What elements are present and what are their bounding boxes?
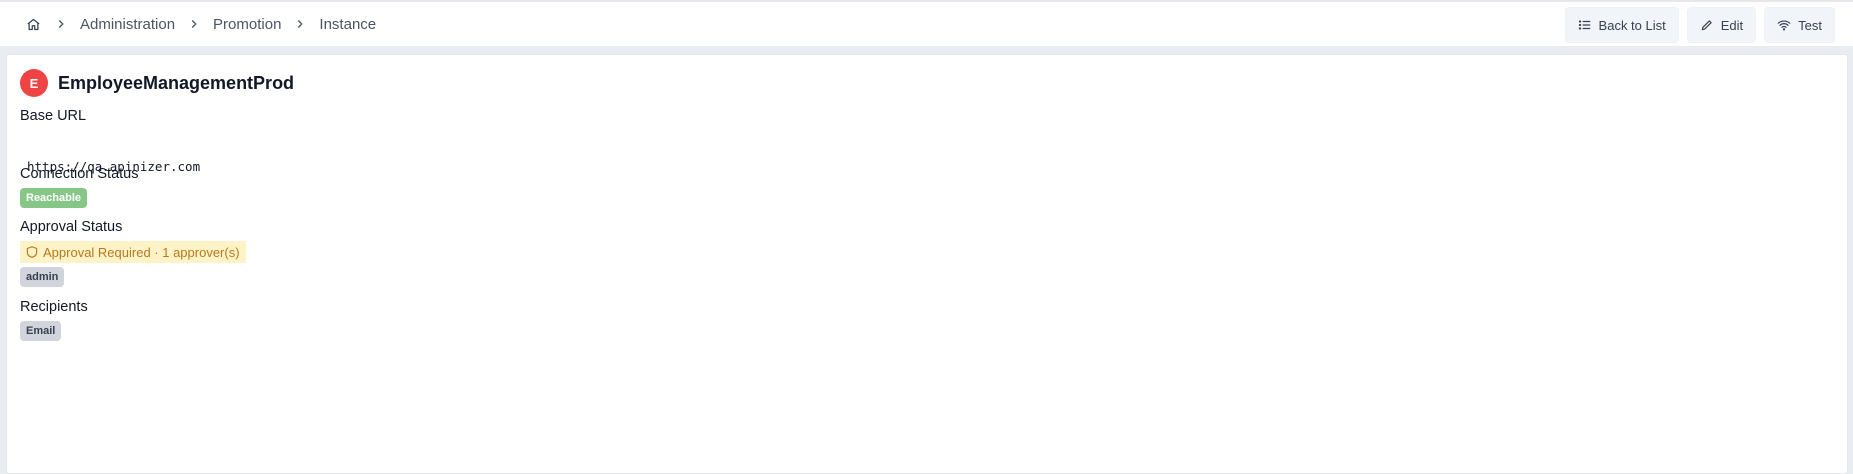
pencil-icon <box>1701 20 1712 31</box>
recipient-badge: Email <box>20 321 62 341</box>
test-label: Test <box>1798 17 1822 33</box>
chevron-right-icon <box>291 15 309 33</box>
page-title: EmployeeManagementProd <box>58 72 295 93</box>
connection-status-badge: Reachable <box>20 188 88 208</box>
instance-detail-card: E EmployeeManagementProd Base URL https:… <box>6 54 1848 474</box>
top-bar: Administration Promotion Instance Back t… <box>0 0 1853 46</box>
chevron-right-icon <box>52 15 70 33</box>
wifi-icon <box>1777 20 1791 31</box>
avatar: E <box>20 69 48 97</box>
connection-status-label: Connection Status <box>20 166 139 182</box>
instance-header: E EmployeeManagementProd <box>20 69 294 97</box>
base-url-label: Base URL <box>20 108 87 124</box>
approval-status-badge: Approval Required · 1 approver(s) <box>20 241 246 263</box>
approver-badge: admin <box>20 267 65 287</box>
edit-label: Edit <box>1720 17 1744 33</box>
breadcrumb-item-promotion[interactable]: Promotion <box>213 16 281 33</box>
test-button[interactable]: Test <box>1764 7 1835 43</box>
approval-status-label: Approval Status <box>20 219 123 235</box>
breadcrumb: Administration Promotion Instance <box>24 12 376 36</box>
back-to-list-label: Back to List <box>1598 17 1666 33</box>
list-icon <box>1578 20 1590 30</box>
edit-button[interactable]: Edit <box>1686 7 1757 43</box>
breadcrumb-item-instance: Instance <box>319 15 377 33</box>
back-to-list-button[interactable]: Back to List <box>1564 7 1679 43</box>
home-icon[interactable] <box>24 15 42 33</box>
chevron-right-icon <box>185 15 203 33</box>
recipients-label: Recipients <box>20 299 88 315</box>
shield-icon <box>26 246 38 258</box>
breadcrumb-item-administration[interactable]: Administration <box>80 16 175 33</box>
approval-status-text: Approval Required · 1 approver(s) <box>43 244 240 260</box>
toolbar-actions: Back to List Edit Test <box>1564 7 1835 43</box>
